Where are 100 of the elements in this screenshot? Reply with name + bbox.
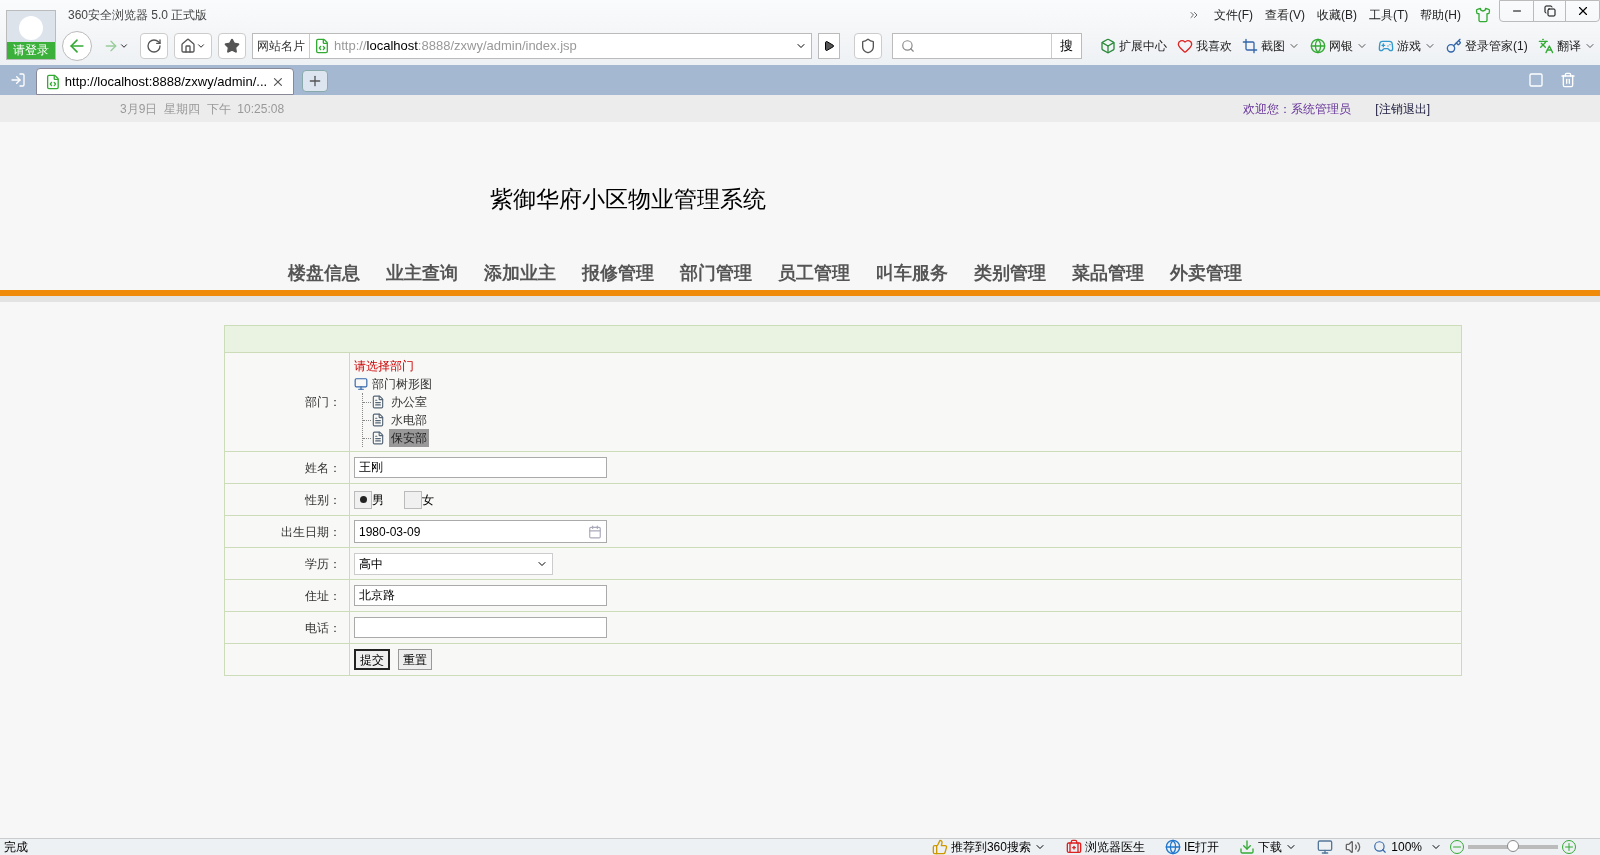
radio-button[interactable] xyxy=(404,490,422,509)
text-field[interactable]: 王刚 xyxy=(354,457,607,478)
thumbs-up-icon xyxy=(931,839,948,855)
toolbar-item[interactable]: 网银 xyxy=(1310,37,1368,55)
menu-item[interactable]: 工具(T) xyxy=(1369,6,1409,24)
download-icon xyxy=(1239,839,1256,855)
toolbar-item[interactable]: 截图 xyxy=(1242,37,1300,55)
caret-icon[interactable] xyxy=(196,41,206,51)
status-text: 完成 xyxy=(4,839,28,855)
radio-button[interactable] xyxy=(354,490,372,509)
tree-item[interactable]: 保安部 xyxy=(389,429,429,447)
menu-item[interactable]: 收藏(B) xyxy=(1317,6,1357,24)
field-label: 姓名： xyxy=(305,459,341,477)
text-field[interactable]: 北京路 xyxy=(354,585,607,606)
nav-link[interactable]: 菜品管理 xyxy=(1072,259,1144,286)
chevrons-icon[interactable] xyxy=(1187,9,1200,21)
zoom-level[interactable]: 100% xyxy=(1391,838,1422,855)
form-button[interactable]: 提交 xyxy=(354,649,390,670)
speaker-icon[interactable] xyxy=(1345,839,1362,855)
text-field[interactable] xyxy=(354,617,607,638)
refresh-button[interactable] xyxy=(140,33,168,59)
globe-icon xyxy=(1310,38,1326,54)
heart-icon xyxy=(1177,38,1193,54)
page-icon xyxy=(314,38,330,54)
radio-label: 男 xyxy=(372,491,384,509)
status-item[interactable]: IE打开 xyxy=(1164,838,1220,855)
toolbar-item[interactable]: 游戏 xyxy=(1378,37,1436,55)
field-label: 部门： xyxy=(305,394,341,411)
radio-label: 女 xyxy=(422,491,434,509)
new-tab-button[interactable] xyxy=(302,70,328,92)
search-field[interactable]: 搜 xyxy=(892,33,1082,59)
nav-link[interactable]: 业主查询 xyxy=(386,259,458,286)
status-item[interactable]: 推荐到360搜索 xyxy=(931,838,1046,855)
toolbar-item[interactable]: 扩展中心 xyxy=(1100,37,1167,55)
document-icon xyxy=(371,395,385,409)
page-icon xyxy=(45,73,61,90)
caret-icon[interactable] xyxy=(119,41,129,51)
form-button[interactable]: 重置 xyxy=(398,649,432,670)
nav-link[interactable]: 叫车服务 xyxy=(876,259,948,286)
status-item[interactable]: 浏览器医生 xyxy=(1065,838,1145,855)
home-icon xyxy=(180,38,196,54)
nav-link[interactable]: 添加业主 xyxy=(484,259,556,286)
welcome-text: 欢迎您：系统管理员 xyxy=(1243,100,1352,118)
browser-tab[interactable]: http://localhost:8888/zxwy/admin/... xyxy=(36,68,294,95)
search-icon xyxy=(901,39,915,53)
field-label: 性别： xyxy=(305,491,341,509)
status-item[interactable]: 下载 xyxy=(1239,838,1298,855)
nav-link[interactable]: 外卖管理 xyxy=(1170,259,1242,286)
nav-link[interactable]: 报修管理 xyxy=(582,259,654,286)
field-label: 学历： xyxy=(305,555,341,573)
translate-icon xyxy=(1537,38,1554,54)
tree-root[interactable]: 部门树形图 xyxy=(372,375,432,393)
menu-item[interactable]: 查看(V) xyxy=(1265,6,1305,24)
trash-icon[interactable] xyxy=(1560,72,1576,88)
zoom-in-icon[interactable] xyxy=(1562,840,1576,854)
menu-item[interactable]: 文件(F) xyxy=(1213,6,1253,24)
nav-link[interactable]: 类别管理 xyxy=(974,259,1046,286)
field-label: 住址： xyxy=(305,587,341,605)
shield-button[interactable] xyxy=(854,33,882,59)
logout-link[interactable]: [注销退出] xyxy=(1375,99,1430,118)
nav-link[interactable]: 员工管理 xyxy=(778,259,850,286)
forward-icon xyxy=(103,38,119,54)
toolbar-item[interactable]: 登录管家(1) xyxy=(1446,37,1528,55)
field-label: 电话： xyxy=(305,619,341,637)
toolbar-item[interactable]: 翻译 xyxy=(1537,37,1596,55)
shirt-icon[interactable] xyxy=(1475,7,1491,23)
address-bar[interactable]: 网站名片 http://localhost:8888/zxwy/admin/index.jsp xyxy=(252,33,812,59)
refresh-icon xyxy=(146,38,162,54)
tree-item[interactable]: 办公室 xyxy=(389,393,429,411)
computer-icon xyxy=(354,377,368,391)
search-button[interactable]: 搜 xyxy=(1051,34,1081,58)
date-field[interactable]: 1980-03-09 xyxy=(354,520,607,543)
zoom-slider-thumb[interactable] xyxy=(1507,840,1519,852)
restore-button[interactable] xyxy=(1533,1,1566,21)
cube-icon xyxy=(1100,38,1116,54)
hint-text: 请选择部门 xyxy=(354,358,415,375)
medical-kit-icon xyxy=(1065,839,1082,855)
home-button[interactable] xyxy=(174,33,212,59)
restore-icon xyxy=(1543,5,1556,17)
document-icon xyxy=(371,413,385,427)
field-label: 出生日期： xyxy=(281,523,341,541)
go-button[interactable] xyxy=(818,33,840,59)
document-icon xyxy=(371,431,385,445)
window-title: 360安全浏览器 5.0 正式版 xyxy=(68,7,208,24)
select-field[interactable]: 高中 xyxy=(354,552,553,575)
monitor-icon[interactable] xyxy=(1317,839,1334,855)
favorite-button[interactable] xyxy=(218,33,246,59)
nav-link[interactable]: 楼盘信息 xyxy=(288,259,360,286)
menu-item[interactable]: 帮助(H) xyxy=(1420,6,1461,24)
zoom-icon xyxy=(1373,840,1388,854)
nav-link[interactable]: 部门管理 xyxy=(680,259,752,286)
url-text[interactable]: http://localhost:8888/zxwy/admin/index.jsp xyxy=(334,36,791,56)
crop-icon xyxy=(1242,38,1258,54)
site-card-button[interactable]: 网站名片 xyxy=(253,34,310,58)
plus-icon xyxy=(307,73,323,89)
star-icon xyxy=(224,38,240,54)
toolbar-item[interactable]: 我喜欢 xyxy=(1177,37,1232,55)
back-button[interactable] xyxy=(62,31,92,61)
tree-item[interactable]: 水电部 xyxy=(389,411,429,429)
gamepad-icon xyxy=(1378,38,1394,54)
